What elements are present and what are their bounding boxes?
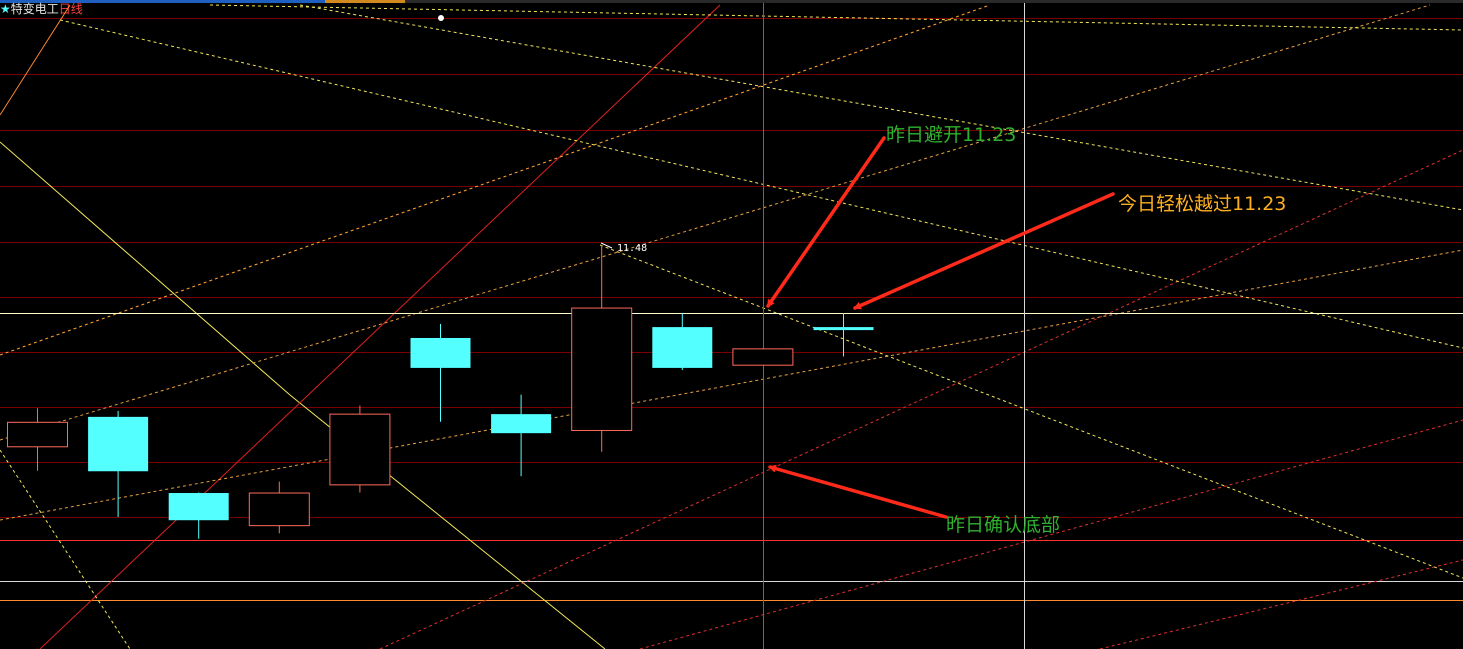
candle-body[interactable] [491, 414, 552, 434]
candle-body[interactable] [248, 492, 310, 527]
horizontal-gridlines [0, 18, 1463, 518]
trend-line [0, 4, 991, 356]
candle-body[interactable] [410, 337, 471, 368]
trend-line [0, 4, 71, 116]
arrow-1 [766, 136, 886, 308]
candlestick-chart[interactable]: 11.48 [0, 0, 1463, 649]
arrow-2 [853, 192, 1115, 310]
trend-line [299, 4, 1463, 211]
trend-line [0, 249, 1463, 521]
trend-line [1099, 559, 1463, 649]
annotation-today-break: 今日轻松越过11.23 [1118, 193, 1287, 215]
annotation-yesterday-bottom: 昨日确认底部 [946, 514, 1061, 536]
marker-dot [438, 15, 444, 21]
arrow-3 [768, 464, 948, 519]
trend-line [0, 449, 131, 649]
level-lines [0, 540, 1463, 601]
annotation-yesterday-avoid: 昨日避开11.23 [886, 124, 1017, 146]
trend-lines [0, 4, 1463, 649]
candle-body[interactable] [88, 416, 149, 472]
trend-line [0, 141, 291, 396]
trend-line [0, 4, 1431, 441]
trend-line [59, 19, 1463, 349]
candle-body[interactable] [732, 348, 794, 366]
high-price-label: 11.48 [617, 243, 647, 254]
candle-body[interactable] [571, 307, 633, 431]
candle-body[interactable] [168, 493, 229, 521]
candle-body[interactable] [329, 413, 391, 486]
trend-line [209, 4, 1463, 31]
candle-body[interactable] [813, 327, 874, 331]
candle-body[interactable] [7, 421, 68, 448]
candle-body[interactable] [652, 327, 713, 368]
trend-line [379, 149, 1463, 649]
